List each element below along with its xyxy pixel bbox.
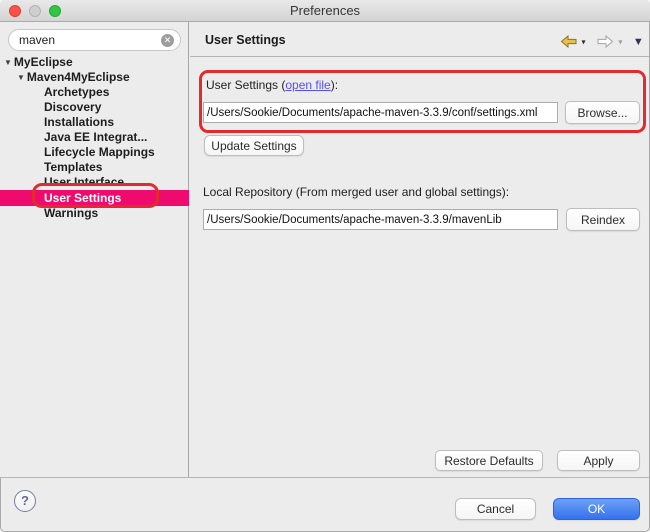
tree-item-label: Lifecycle Mappings [44,145,155,159]
page-title: User Settings [205,33,286,47]
tree-item-myeclipse[interactable]: ▼MyEclipse [0,55,189,70]
tree-item-label: Templates [44,160,102,174]
tree-item-discovery[interactable]: Discovery [0,100,189,115]
reindex-button[interactable]: Reindex [566,208,640,231]
user-settings-path-input[interactable] [203,102,558,123]
forward-arrow-icon[interactable] [597,33,614,50]
traffic-lights [9,5,61,17]
preferences-tree: ▼MyEclipse ▼Maven4MyEclipse Archetypes D… [0,55,189,221]
update-settings-button[interactable]: Update Settings [204,135,304,156]
back-arrow-icon[interactable] [560,33,577,50]
expand-caret-icon[interactable]: ▼ [17,70,25,85]
zoom-button[interactable] [49,5,61,17]
tree-item-warnings[interactable]: Warnings [0,206,189,221]
footer-divider [0,477,650,478]
history-nav: ▾ ▾ ▼ [560,33,644,49]
tree-item-user-settings[interactable]: User Settings [0,190,189,206]
browse-button[interactable]: Browse... [565,101,640,124]
restore-defaults-button[interactable]: Restore Defaults [435,450,543,471]
tree-item-lifecycle-mappings[interactable]: Lifecycle Mappings [0,145,189,160]
view-menu-icon[interactable]: ▼ [633,36,644,48]
expand-caret-icon[interactable]: ▼ [4,55,12,70]
close-button[interactable] [9,5,21,17]
tree-item-label: MyEclipse [14,55,73,69]
titlebar: Preferences [0,0,650,22]
tree-item-label: Java EE Integrat... [44,130,147,144]
clear-search-icon[interactable]: ✕ [161,34,174,47]
tree-item-java-ee-integration[interactable]: Java EE Integrat... [0,130,189,145]
tree-item-installations[interactable]: Installations [0,115,189,130]
tree-item-label: Archetypes [44,85,109,99]
minimize-button[interactable] [29,5,41,17]
apply-button[interactable]: Apply [557,450,640,471]
label-text: User Settings ( [206,78,285,92]
label-text: ): [331,78,338,92]
tree-item-label: Installations [44,115,114,129]
header-divider [190,56,650,57]
help-button[interactable]: ? [14,490,36,512]
ok-button[interactable]: OK [553,498,640,520]
local-repository-path-input[interactable] [203,209,558,230]
back-history-dropdown-icon[interactable]: ▾ [581,37,585,46]
forward-history-dropdown-icon[interactable]: ▾ [618,37,622,46]
open-file-link[interactable]: open file [285,78,330,92]
tree-item-templates[interactable]: Templates [0,160,189,175]
tree-item-label: Maven4MyEclipse [27,70,130,84]
preferences-window: Preferences ✕ ▼MyEclipse ▼Maven4MyEclips… [0,0,650,532]
tree-item-maven4myeclipse[interactable]: ▼Maven4MyEclipse [0,70,189,85]
tree-item-archetypes[interactable]: Archetypes [0,85,189,100]
local-repository-label: Local Repository (From merged user and g… [203,185,509,199]
user-settings-field-label: User Settings (open file): [206,78,338,92]
tree-item-label: User Interface [44,175,124,189]
tree-item-label: User Settings [44,191,121,205]
tree-item-user-interface[interactable]: User Interface [0,175,189,190]
sidebar: ✕ ▼MyEclipse ▼Maven4MyEclipse Archetypes… [0,22,189,477]
tree-item-label: Warnings [44,206,98,220]
search-input[interactable] [19,31,159,49]
cancel-button[interactable]: Cancel [455,498,536,520]
filter-search-box[interactable]: ✕ [8,29,181,51]
window-title: Preferences [0,0,650,22]
tree-item-label: Discovery [44,100,101,114]
